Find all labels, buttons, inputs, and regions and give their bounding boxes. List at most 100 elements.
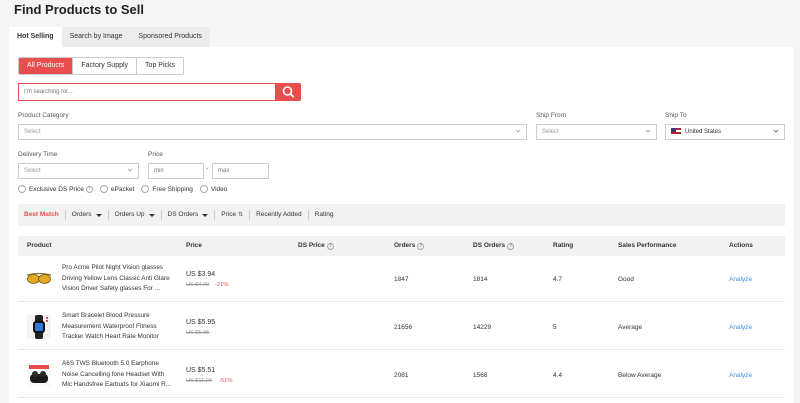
epacket-checkbox[interactable]: ePacket: [99, 185, 135, 193]
help-icon[interactable]: ?: [417, 243, 425, 250]
price-label: Price: [148, 151, 163, 158]
exclusive-ds-price-label: Exclusive DS Price: [29, 185, 84, 193]
free-shipping-checkbox[interactable]: Free Shipping: [141, 185, 193, 193]
product-name[interactable]: A6S TWS Bluetooth 5.0 Earphone Noise Can…: [62, 359, 174, 391]
checkbox-circle[interactable]: [141, 185, 150, 193]
header-ds-orders: DS Orders?: [473, 236, 515, 256]
checkbox-circle[interactable]: [99, 185, 108, 193]
checkbox-circle[interactable]: [18, 185, 26, 193]
earbuds-icon: [27, 363, 51, 387]
category-value: Select: [24, 129, 41, 135]
search-input[interactable]: [18, 83, 276, 101]
sort-bar: Best Match Orders Orders Up DS Orders Pr…: [18, 204, 785, 226]
product-rating: 5: [553, 324, 557, 331]
ship-from-label: Ship From: [536, 112, 566, 119]
segment-top-picks[interactable]: Top Picks: [136, 58, 184, 74]
exclusive-ds-price-checkbox[interactable]: Exclusive DS Price ?: [18, 185, 93, 193]
table-row[interactable]: A6S TWS Bluetooth 5.0 Earphone Noise Can…: [18, 353, 785, 398]
analyze-link[interactable]: Analyze: [729, 276, 752, 283]
analyze-link[interactable]: Analyze: [729, 324, 752, 331]
caret-down-icon: [95, 213, 102, 217]
product-sales-performance: Average: [618, 324, 643, 331]
help-icon[interactable]: ?: [326, 243, 334, 250]
us-flag-icon: [671, 128, 681, 134]
header-ds-orders-label: DS Orders: [473, 242, 506, 249]
caret-down-icon: [148, 213, 155, 217]
product-name[interactable]: Pro Acme Pilot Night Vision glasses Driv…: [62, 263, 174, 295]
price-range-separator: -: [206, 166, 209, 173]
product-orders: 1847: [394, 276, 409, 283]
category-select[interactable]: Select: [18, 124, 527, 140]
sort-price-label: Price: [221, 211, 237, 218]
product-old-price: US $11.26: [186, 378, 213, 384]
epacket-label: ePacket: [110, 185, 135, 193]
product-discount: -21%: [215, 282, 229, 288]
header-orders: Orders?: [394, 236, 425, 256]
table-header: Product Price DS Price? Orders? DS Order…: [18, 236, 785, 256]
product-ds-orders: 14229: [473, 324, 492, 331]
sort-orders[interactable]: Orders: [64, 210, 108, 220]
product-type-segment: All Products Factory Supply Top Picks: [18, 57, 185, 75]
product-orders: 2081: [394, 372, 409, 379]
tab-sponsored-products[interactable]: Sponsored Products: [130, 27, 210, 47]
chevron-down-icon: [645, 129, 651, 133]
main-panel: All Products Factory Supply Top Picks Pr…: [9, 47, 794, 403]
sort-orders-label: Orders: [71, 211, 92, 218]
price-min-input[interactable]: [148, 163, 204, 179]
product-ds-orders: 1568: [473, 372, 488, 379]
product-sales-performance: Below Average: [618, 372, 662, 379]
sort-rating[interactable]: Rating: [307, 210, 340, 220]
video-checkbox[interactable]: Video: [199, 185, 228, 193]
ship-to-value: United States: [685, 129, 722, 135]
table-row[interactable]: Smart Bracelet Blood Pressure Measuremen…: [18, 305, 785, 350]
product-old-price: US $4.99: [186, 282, 210, 288]
smartwatch-icon: [27, 315, 51, 339]
search-icon: [282, 86, 294, 98]
product-name[interactable]: Smart Bracelet Blood Pressure Measuremen…: [62, 311, 174, 343]
page-title: Find Products to Sell: [14, 2, 145, 17]
price-max-input[interactable]: [212, 163, 269, 179]
header-product: Product: [27, 242, 52, 249]
sort-recently-added[interactable]: Recently Added: [249, 210, 308, 220]
analyze-link[interactable]: Analyze: [729, 372, 752, 379]
product-orders: 21656: [394, 324, 413, 331]
sort-price[interactable]: Price ⇅: [214, 210, 249, 220]
product-price: US $3.94: [186, 271, 216, 278]
segment-all-products[interactable]: All Products: [19, 58, 73, 74]
header-actions: Actions: [729, 242, 753, 249]
tab-search-by-image[interactable]: Search by Image: [61, 27, 131, 47]
ship-to-label: Ship To: [665, 112, 687, 119]
delivery-time-select[interactable]: Select: [18, 163, 139, 179]
ship-from-select[interactable]: Select: [536, 124, 657, 140]
header-orders-label: Orders: [394, 242, 416, 249]
tab-hot-selling[interactable]: Hot Selling: [9, 27, 62, 47]
table-row[interactable]: Pro Acme Pilot Night Vision glasses Driv…: [18, 257, 785, 302]
sort-arrows-icon: ⇅: [238, 212, 244, 218]
ship-to-select[interactable]: United States: [665, 124, 785, 140]
chevron-down-icon: [515, 129, 521, 133]
search-button[interactable]: [276, 83, 301, 101]
checkbox-circle[interactable]: [199, 185, 208, 193]
delivery-time-value: Select: [24, 168, 41, 174]
product-ds-orders: 1814: [473, 276, 488, 283]
product-price: US $5.95: [186, 319, 216, 326]
sort-ds-orders-label: DS Orders: [167, 211, 199, 218]
help-icon[interactable]: ?: [85, 185, 93, 193]
category-label: Product Category: [18, 112, 69, 119]
free-shipping-label: Free Shipping: [152, 185, 193, 193]
chevron-down-icon: [127, 168, 133, 172]
sort-orders-up[interactable]: Orders Up: [107, 210, 161, 220]
caret-down-icon: [202, 213, 209, 217]
chevron-down-icon: [773, 129, 779, 133]
help-icon[interactable]: ?: [507, 243, 515, 250]
sort-best-match[interactable]: Best Match: [24, 210, 65, 220]
product-sales-performance: Good: [618, 276, 634, 283]
top-tabs: Hot Selling Search by Image Sponsored Pr…: [9, 27, 210, 47]
header-rating: Rating: [553, 242, 574, 249]
header-ds-price: DS Price?: [298, 236, 334, 256]
segment-factory-supply[interactable]: Factory Supply: [72, 58, 137, 74]
header-ds-price-label: DS Price: [298, 242, 325, 249]
header-sales-performance: Sales Performance: [618, 242, 677, 249]
video-label: Video: [210, 185, 228, 193]
sort-ds-orders[interactable]: DS Orders: [160, 210, 215, 220]
